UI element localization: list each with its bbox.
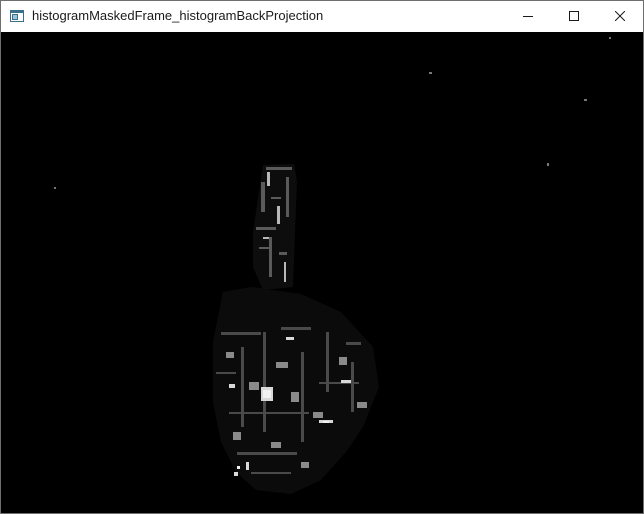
app-window: histogramMaskedFrame_histogramBackProjec… xyxy=(0,0,644,514)
close-icon xyxy=(614,8,626,26)
minimize-icon xyxy=(523,8,533,26)
maximize-button[interactable] xyxy=(551,1,597,32)
title-bar[interactable]: histogramMaskedFrame_histogramBackProjec… xyxy=(1,1,643,32)
image-canvas xyxy=(1,32,643,513)
maximize-icon xyxy=(569,8,579,26)
app-icon xyxy=(10,9,24,23)
window-title: histogramMaskedFrame_histogramBackProjec… xyxy=(32,8,324,23)
close-button[interactable] xyxy=(597,1,643,32)
back-projection-image xyxy=(1,32,643,513)
minimize-button[interactable] xyxy=(505,1,551,32)
